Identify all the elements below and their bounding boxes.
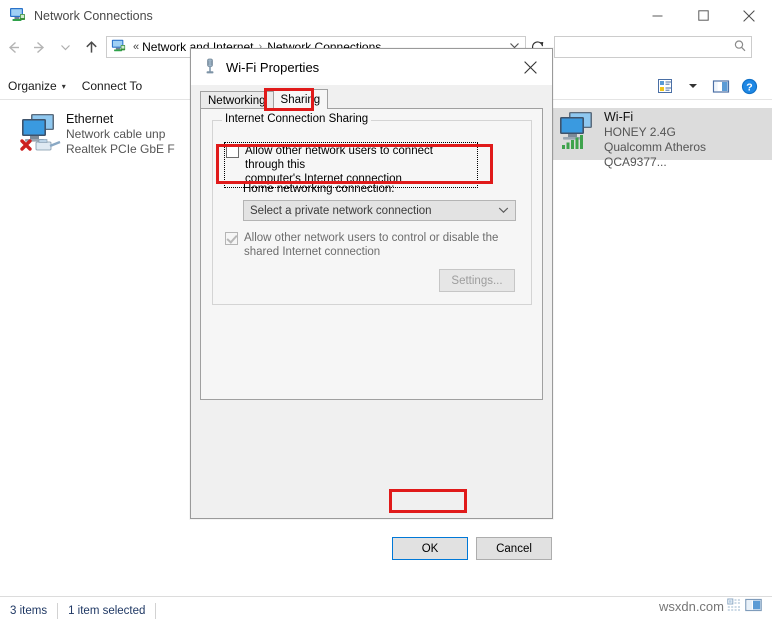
back-button[interactable] bbox=[0, 32, 26, 62]
chevron-down-icon bbox=[498, 205, 509, 217]
tiles-view-icon bbox=[745, 598, 762, 615]
recent-locations-button[interactable] bbox=[52, 32, 78, 62]
help-icon[interactable]: ? bbox=[736, 74, 762, 98]
settings-button-label: Settings... bbox=[451, 274, 503, 287]
items-count: 3 items bbox=[10, 604, 48, 617]
up-button[interactable] bbox=[78, 32, 104, 62]
home-networking-connection-select[interactable]: Select a private network connection bbox=[243, 200, 516, 221]
allow-control-label-line2: shared Internet connection bbox=[244, 246, 381, 258]
connection-device: Realtek PCIe GbE F bbox=[66, 142, 175, 156]
list-item-text: Ethernet Network cable unp Realtek PCIe … bbox=[66, 110, 175, 157]
network-connections-icon bbox=[9, 6, 26, 26]
list-item-text: Wi-Fi HONEY 2.4G Qualcomm Atheros QCA937… bbox=[604, 108, 772, 170]
dialog-title: Wi-Fi Properties bbox=[226, 59, 320, 75]
tab-sharing-label: Sharing bbox=[280, 93, 321, 106]
forward-button[interactable] bbox=[26, 32, 52, 62]
allow-control-checkbox-row: Allow other network users to control or … bbox=[225, 231, 515, 259]
internet-connection-sharing-group: Internet Connection Sharing Allow other … bbox=[212, 113, 532, 305]
wifi-adapter-icon bbox=[552, 108, 604, 154]
group-title: Internet Connection Sharing bbox=[222, 113, 372, 125]
allow-control-label-line1: Allow other network users to control or … bbox=[244, 232, 499, 244]
cancel-button-label: Cancel bbox=[496, 542, 532, 555]
settings-button: Settings... bbox=[439, 269, 515, 292]
connection-status: Network cable unp bbox=[66, 127, 166, 141]
window-title: Network Connections bbox=[34, 8, 153, 23]
home-networking-value: Select a private network connection bbox=[250, 204, 432, 217]
window-controls bbox=[634, 0, 772, 31]
tab-networking[interactable]: Networking bbox=[200, 91, 274, 109]
close-button[interactable] bbox=[726, 0, 772, 31]
maximize-button[interactable] bbox=[680, 0, 726, 31]
network-adapter-icon bbox=[203, 58, 217, 77]
allow-connect-checkbox-row[interactable]: Allow other network users to connect thr… bbox=[224, 142, 478, 188]
list-item[interactable]: Wi-Fi HONEY 2.4G Qualcomm Atheros QCA937… bbox=[552, 108, 772, 169]
connect-to-label: Connect To bbox=[81, 79, 143, 93]
window-titlebar: Network Connections bbox=[0, 0, 772, 31]
connect-to-button[interactable]: Connect To bbox=[74, 74, 151, 98]
tab-networking-label: Networking bbox=[208, 94, 266, 107]
ok-button[interactable]: OK bbox=[392, 537, 468, 560]
organize-label: Organize bbox=[8, 79, 57, 93]
allow-control-checkbox bbox=[225, 232, 238, 245]
dialog-titlebar: Wi-Fi Properties bbox=[191, 49, 552, 85]
selection-count: 1 item selected bbox=[68, 604, 146, 617]
wifi-properties-dialog: Wi-Fi Properties Networking Sharing Inte… bbox=[190, 48, 553, 560]
breadcrumb-network-icon bbox=[111, 38, 126, 56]
allow-connect-label: Allow other network users to connect thr… bbox=[245, 144, 475, 186]
connection-device: Qualcomm Atheros QCA9377... bbox=[604, 140, 707, 169]
preview-pane-icon[interactable] bbox=[708, 74, 734, 98]
ethernet-adapter-icon bbox=[14, 110, 66, 156]
dialog-close-button[interactable] bbox=[508, 50, 552, 84]
allow-connect-label-line1: Allow other network users to connect thr… bbox=[245, 145, 433, 171]
ok-button-label: OK bbox=[421, 542, 439, 555]
home-networking-label: Home networking connection: bbox=[243, 183, 395, 195]
watermark: wsxdn.com bbox=[659, 598, 762, 615]
connection-status: HONEY 2.4G bbox=[604, 125, 676, 139]
dialog-tabstrip: Networking Sharing bbox=[200, 89, 329, 109]
connection-name: Ethernet bbox=[66, 112, 114, 126]
connection-name: Wi-Fi bbox=[604, 110, 634, 124]
minimize-button[interactable] bbox=[634, 0, 680, 31]
toolbar-right-group: ? bbox=[652, 74, 772, 98]
cancel-button[interactable]: Cancel bbox=[476, 537, 552, 560]
watermark-text: wsxdn.com bbox=[658, 599, 724, 614]
status-divider bbox=[155, 602, 157, 619]
chevron-down-icon: ▾ bbox=[61, 81, 66, 91]
status-bar: 3 items 1 item selected bbox=[0, 596, 772, 624]
breadcrumb-overflow[interactable]: « bbox=[133, 41, 139, 53]
allow-connect-checkbox[interactable] bbox=[226, 145, 239, 158]
search-icon[interactable] bbox=[733, 39, 747, 56]
allow-control-label: Allow other network users to control or … bbox=[244, 231, 498, 259]
list-item[interactable]: Ethernet Network cable unp Realtek PCIe … bbox=[14, 110, 190, 160]
sharing-tab-panel: Internet Connection Sharing Allow other … bbox=[200, 108, 543, 400]
organize-button[interactable]: Organize ▾ bbox=[0, 74, 74, 98]
view-options-icon[interactable] bbox=[652, 74, 678, 98]
dialog-body: Networking Sharing Internet Connection S… bbox=[191, 85, 552, 560]
tab-sharing[interactable]: Sharing bbox=[272, 89, 329, 109]
view-options-dropdown-icon[interactable] bbox=[680, 74, 706, 98]
svg-text:?: ? bbox=[746, 81, 752, 93]
search-input[interactable] bbox=[554, 36, 752, 58]
details-view-icon bbox=[727, 598, 742, 615]
